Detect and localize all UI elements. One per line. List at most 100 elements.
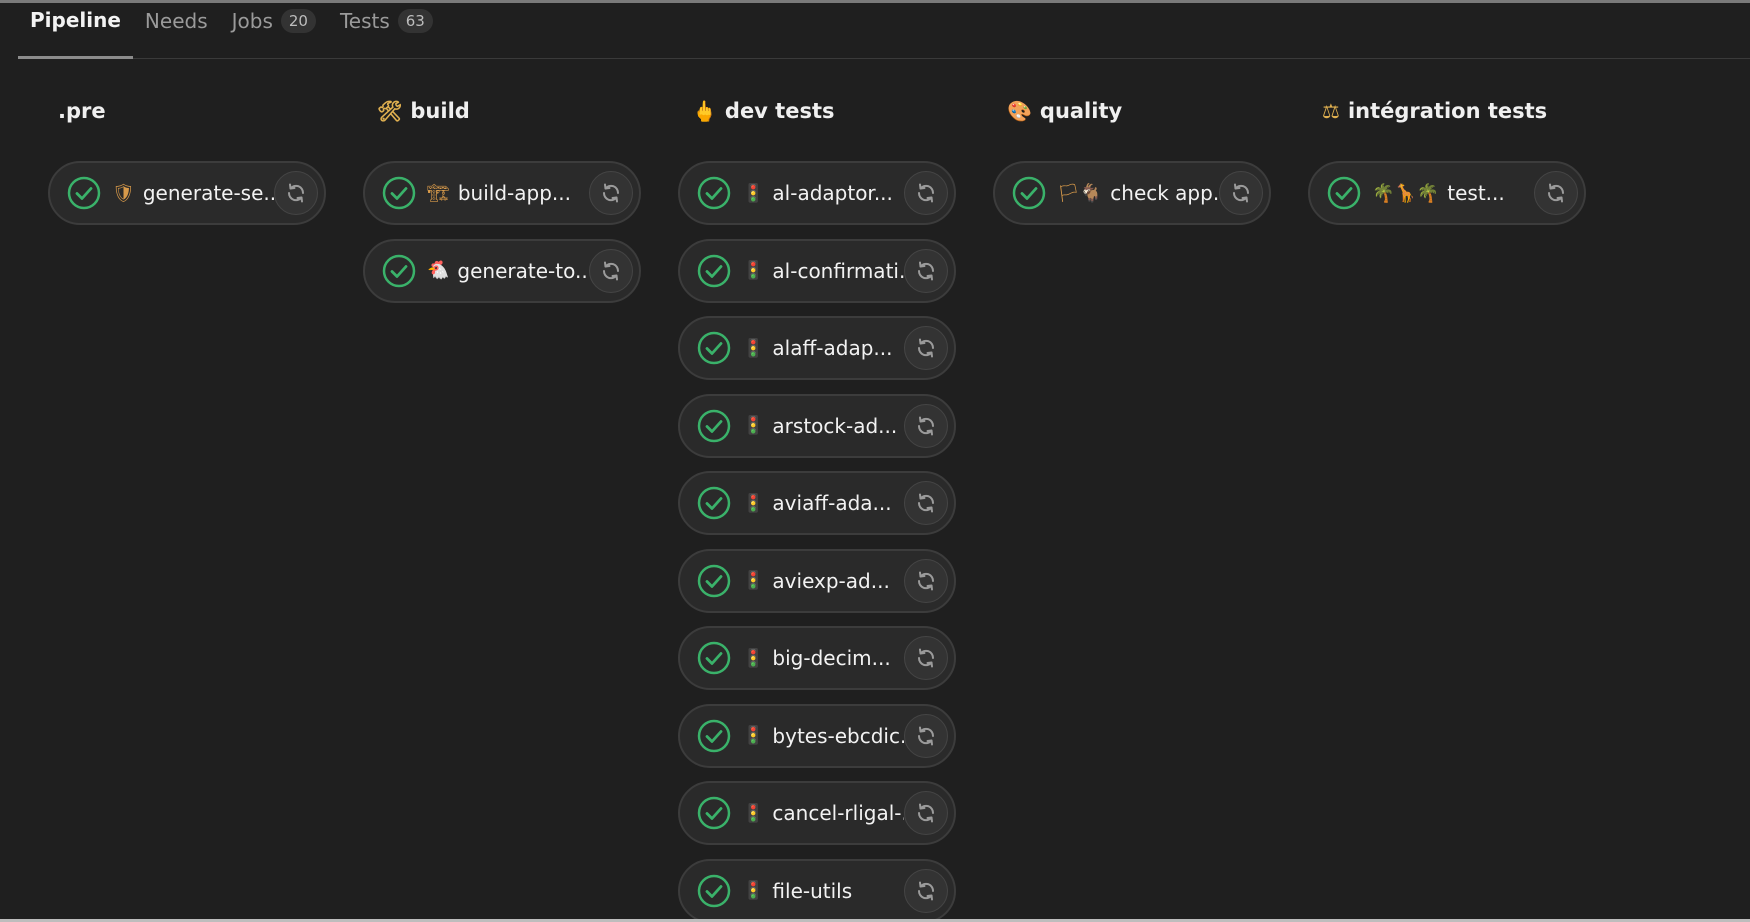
retry-button[interactable] xyxy=(274,171,318,215)
job-pill[interactable]: 🚦 aviexp-ad... xyxy=(678,548,956,613)
job-pill[interactable]: 🏗 build-app... xyxy=(363,161,641,225)
check-circle-icon xyxy=(1012,176,1046,210)
job-emoji-icon: 🏳🐐 xyxy=(1057,182,1103,204)
stage-title: 🛠 build xyxy=(363,95,663,127)
job-name: file-utils xyxy=(772,878,853,903)
retry-button[interactable] xyxy=(904,481,948,525)
job-emoji-icon: 🚦 xyxy=(742,802,765,824)
job-name: test... xyxy=(1447,181,1505,205)
job-name: build-app... xyxy=(457,181,571,205)
stage-column: .pre 🛡 generate-se... xyxy=(48,95,348,225)
job-pill[interactable]: 🛡 generate-se... xyxy=(48,161,326,225)
check-circle-icon xyxy=(697,641,731,675)
stage-column: 🎨 quality 🏳🐐 check app... xyxy=(993,95,1293,225)
job-pill[interactable]: 🚦 cancel-rligal-... xyxy=(678,781,956,845)
stage-emoji-icon: ⚖ xyxy=(1322,99,1340,123)
job-pill[interactable]: 🌴🦒🌴 test... xyxy=(1308,161,1586,225)
stage-title-text: quality xyxy=(1039,99,1123,123)
retry-icon xyxy=(1232,183,1250,203)
retry-icon xyxy=(917,493,935,513)
retry-button[interactable] xyxy=(904,558,948,603)
retry-button[interactable] xyxy=(1534,171,1578,215)
job-pill[interactable]: 🚦 bytes-ebcdic... xyxy=(678,703,956,768)
stage-title: ⚖ intégration tests xyxy=(1308,95,1608,127)
job-emoji-icon: 🚦 xyxy=(742,492,765,514)
retry-icon xyxy=(602,183,620,203)
pipeline-view: Pipeline Needs Jobs 20 Tests 63 .pre 🛡 gen… xyxy=(0,0,1750,922)
stage-column: ⚖ intégration tests 🌴🦒🌴 test... xyxy=(1308,95,1608,225)
retry-button[interactable] xyxy=(904,791,948,835)
job-name: aviexp-ad... xyxy=(772,568,890,593)
stage-column: 🛠 build 🏗 build-app... 🐔 generate-to... xyxy=(363,95,663,303)
retry-button[interactable] xyxy=(589,171,633,215)
retry-button[interactable] xyxy=(904,868,948,913)
job-emoji-icon: 🏗 xyxy=(427,182,450,204)
job-pill[interactable]: 🏳🐐 check app... xyxy=(993,161,1271,225)
job-pill[interactable]: 🚦 big-decim... xyxy=(678,626,956,690)
retry-button[interactable] xyxy=(904,326,948,370)
stage-emoji-icon: 🛠 xyxy=(377,99,403,123)
job-pill[interactable]: 🚦 al-adaptor... xyxy=(678,161,956,225)
job-name: check app... xyxy=(1110,181,1219,205)
retry-button[interactable] xyxy=(904,171,948,215)
job-pill[interactable]: 🚦 alaff-adap... xyxy=(678,316,956,380)
job-emoji-icon: 🚦 xyxy=(742,570,765,591)
check-circle-icon xyxy=(697,719,731,752)
stage-title-text: intégration tests xyxy=(1347,99,1548,123)
tab-count-badge: 20 xyxy=(280,9,316,33)
job-pill[interactable]: 🚦 file-utils xyxy=(678,858,956,919)
job-name: aviaff-ada... xyxy=(772,491,892,515)
retry-button[interactable] xyxy=(904,713,948,758)
retry-button[interactable] xyxy=(589,248,633,293)
job-emoji-icon: 🚦 xyxy=(742,415,765,436)
stage-title: .pre xyxy=(48,95,348,127)
job-emoji-icon: 🐔 xyxy=(427,260,450,281)
tab-count-badge: 63 xyxy=(397,9,433,33)
tab-needs[interactable]: Needs xyxy=(133,5,220,37)
retry-icon xyxy=(917,881,935,900)
check-circle-icon xyxy=(697,486,731,520)
check-circle-icon xyxy=(697,409,731,442)
job-name: al-adaptor... xyxy=(772,181,893,205)
job-name: al-confirmati... xyxy=(772,258,904,283)
retry-icon xyxy=(917,726,935,745)
check-circle-icon xyxy=(697,874,731,907)
job-emoji-icon: 🚦 xyxy=(742,647,765,669)
job-name: big-decim... xyxy=(772,646,891,670)
retry-button[interactable] xyxy=(904,248,948,293)
job-name: bytes-ebcdic... xyxy=(772,723,904,748)
job-pill[interactable]: 🚦 aviaff-ada... xyxy=(678,471,956,535)
retry-icon xyxy=(917,416,935,435)
stage-title-text: build xyxy=(410,99,470,123)
retry-button[interactable] xyxy=(1219,171,1263,215)
job-pill[interactable]: 🚦 al-confirmati... xyxy=(678,238,956,303)
job-emoji-icon: 🚦 xyxy=(742,725,765,746)
check-circle-icon xyxy=(1327,176,1361,210)
job-pill[interactable]: 🐔 generate-to... xyxy=(363,238,641,303)
job-emoji-icon: 🌴🦒🌴 xyxy=(1372,182,1440,204)
job-name: cancel-rligal-... xyxy=(772,801,904,825)
retry-icon xyxy=(917,338,935,358)
retry-icon xyxy=(917,183,935,203)
job-emoji-icon: 🚦 xyxy=(742,337,765,359)
retry-icon xyxy=(1547,183,1565,203)
job-pill[interactable]: 🚦 arstock-ad... xyxy=(678,393,956,458)
retry-icon xyxy=(917,261,935,280)
retry-button[interactable] xyxy=(904,636,948,680)
tab-tests[interactable]: Tests 63 xyxy=(328,5,445,37)
tab-jobs[interactable]: Jobs 20 xyxy=(220,5,328,37)
job-name: generate-se... xyxy=(142,181,274,205)
pipeline-tabs: Pipeline Needs Jobs 20 Tests 63 xyxy=(18,3,1750,59)
job-name: alaff-adap... xyxy=(772,336,893,360)
stage-title: 🖕 dev tests xyxy=(678,95,978,127)
retry-button[interactable] xyxy=(904,403,948,448)
check-circle-icon xyxy=(382,254,416,287)
check-circle-icon xyxy=(382,176,416,210)
stage-emoji-icon: 🖕 xyxy=(692,99,717,123)
tab-label: Tests xyxy=(339,9,390,33)
tab-label: Needs xyxy=(144,9,208,33)
check-circle-icon xyxy=(697,331,731,365)
retry-icon xyxy=(917,648,935,668)
tab-pipeline[interactable]: Pipeline xyxy=(18,5,133,59)
retry-icon xyxy=(287,183,305,203)
